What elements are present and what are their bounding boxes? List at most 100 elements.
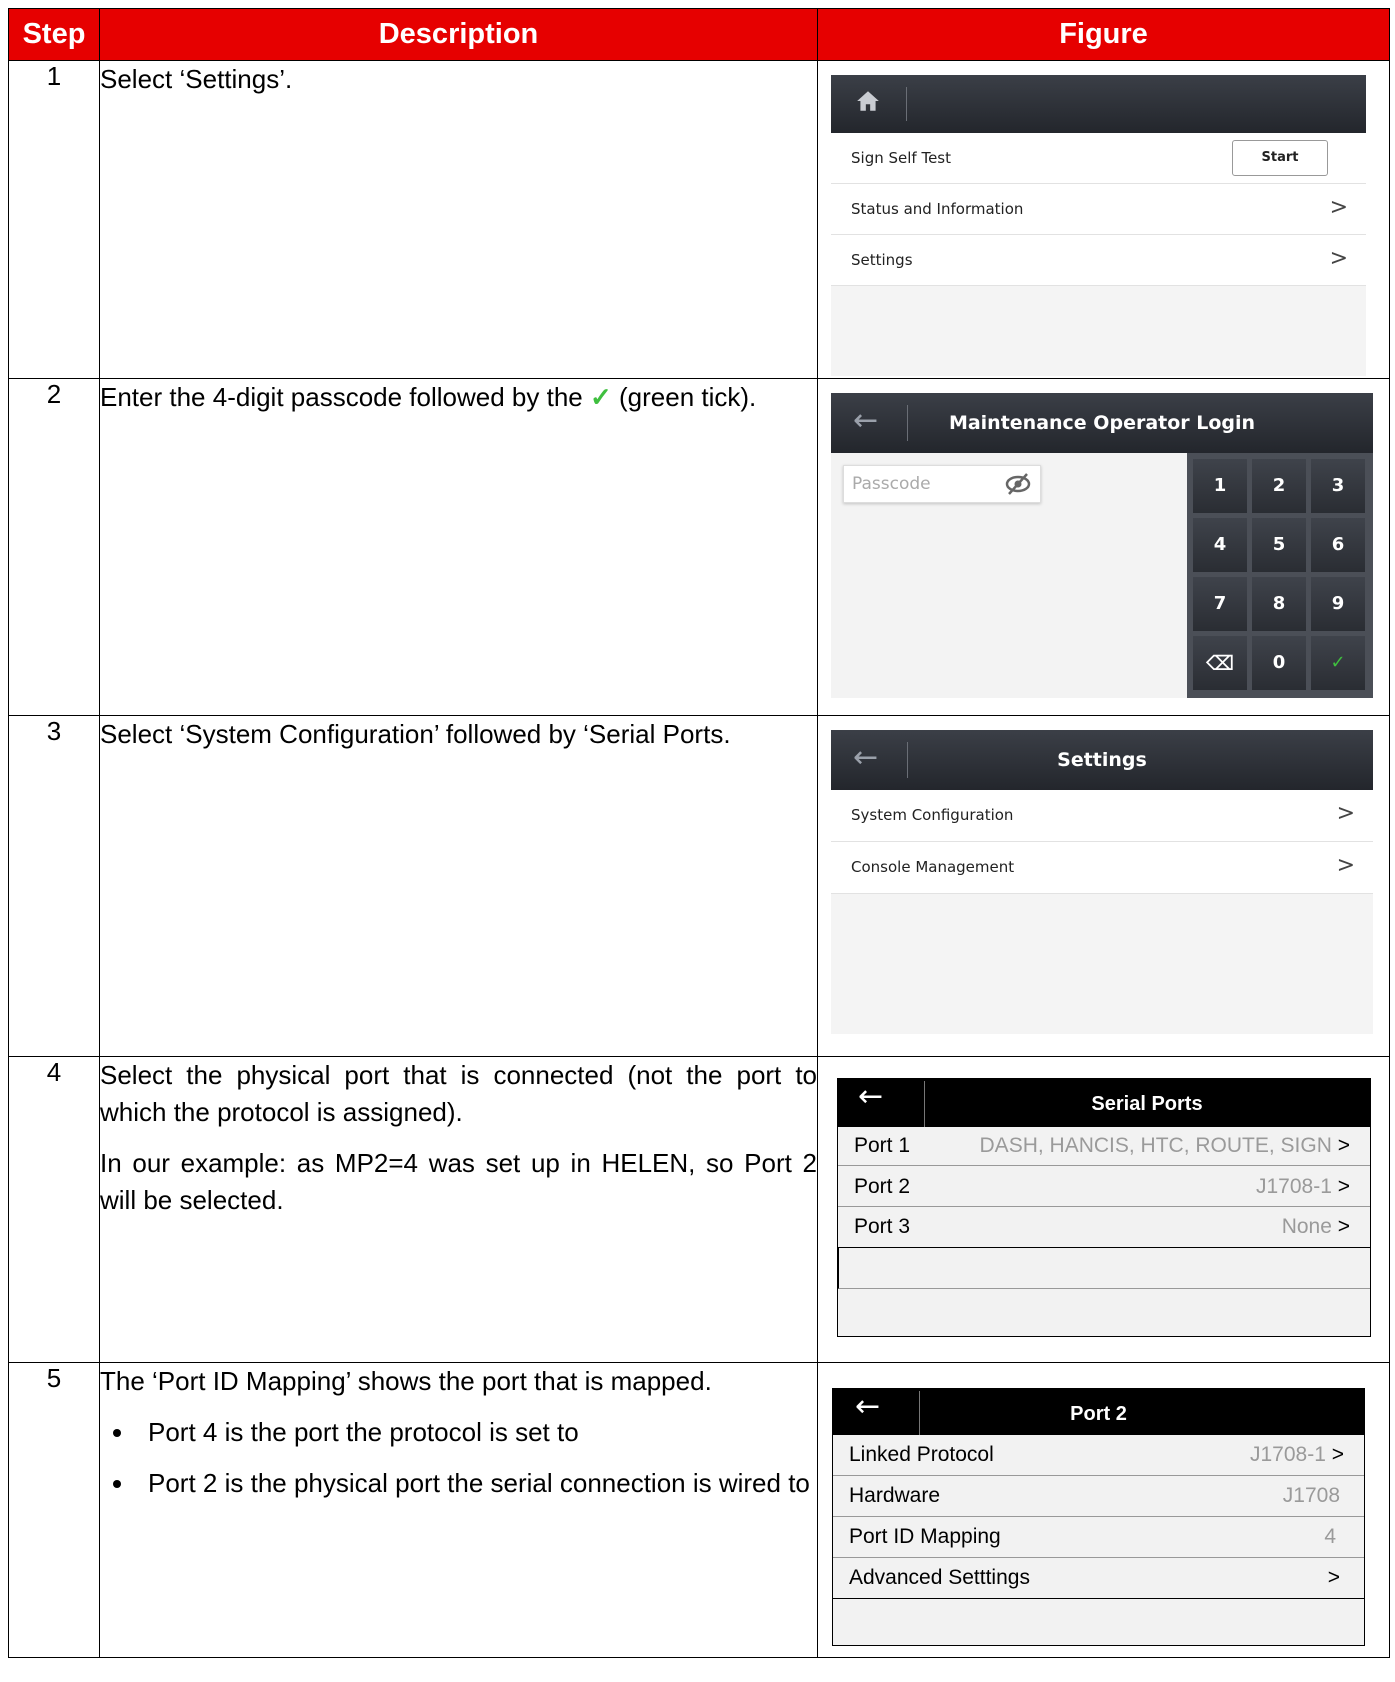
figure-cell: ← Maintenance Operator Login Passcode 1 … [817, 378, 1390, 716]
step-number: 5 [8, 1362, 100, 1658]
backspace-icon[interactable]: ⌫ [1193, 636, 1247, 690]
header-description: Description [99, 8, 818, 61]
list-item[interactable]: Status and Information > [831, 184, 1366, 235]
step-number: 2 [8, 378, 100, 716]
list-item-label: Linked Protocol [849, 1443, 994, 1466]
screen-title: Serial Ports [1091, 1093, 1203, 1115]
table-row: 4 Select the physical port that is conne… [8, 1056, 1390, 1363]
list-item-label: Sign Self Test [851, 149, 951, 167]
back-arrow-icon[interactable]: ← [858, 1079, 883, 1114]
list-item-label: Port 2 [854, 1175, 911, 1198]
list-item-label: Advanced Setttings [849, 1566, 1030, 1589]
list-item[interactable]: System Configuration > [831, 790, 1373, 842]
list-item: Port ID Mapping 4 [833, 1517, 1364, 1558]
screen-title: Settings [1057, 749, 1147, 771]
desc-text: In our example: as MP2=4 was set up in H… [100, 1148, 817, 1215]
list-item-label: Console Management [851, 858, 1015, 876]
settings-screen: ← Settings System Configuration > Consol… [831, 730, 1373, 1034]
table-row: 5 The ‘Port ID Mapping’ shows the port t… [8, 1362, 1390, 1658]
figure-cell: Sign Self Test Start Status and Informat… [817, 60, 1390, 379]
chevron-right-icon: > [1337, 1175, 1350, 1198]
step-description: Select the physical port that is connect… [99, 1056, 818, 1363]
desc-text-part: (green tick). [619, 382, 757, 412]
list-item-value: > [1328, 1566, 1340, 1590]
key-5[interactable]: 5 [1252, 518, 1306, 572]
list-item[interactable]: Console Management > [831, 842, 1373, 894]
header-step: Step [8, 8, 100, 61]
table-row: 2 Enter the 4-digit passcode followed by… [8, 378, 1390, 716]
top-bar: ← Serial Ports [838, 1079, 1370, 1127]
list-item: Hardware J1708 [833, 1476, 1364, 1517]
figure-cell: ← Settings System Configuration > Consol… [817, 715, 1390, 1057]
serial-ports-screen: ← Serial Ports Port 1 DASH, HANCIS, HTC,… [837, 1078, 1371, 1337]
list-item-label: System Configuration [851, 806, 1014, 824]
top-bar: ← Port 2 [833, 1389, 1364, 1435]
list-item-label: Port 3 [854, 1215, 911, 1238]
confirm-check-icon[interactable]: ✓ [1311, 636, 1365, 690]
steps-table: Step Description Figure 1 Select ‘Settin… [8, 8, 1390, 1658]
list-item-label: Hardware [849, 1484, 941, 1507]
top-bar [831, 75, 1366, 133]
list-item[interactable]: Port 1 DASH, HANCIS, HTC, ROUTE, SIGN > [838, 1127, 1370, 1166]
key-0[interactable]: 0 [1252, 636, 1306, 690]
list-item[interactable]: Port 2 J1708-1 > [838, 1166, 1370, 1207]
list-item[interactable]: Port 3 None > [838, 1207, 1370, 1248]
step-number: 3 [8, 715, 100, 1057]
chevron-right-icon: > [1331, 1443, 1344, 1466]
key-9[interactable]: 9 [1311, 577, 1365, 631]
key-7[interactable]: 7 [1193, 577, 1247, 631]
green-tick-icon: ✓ [589, 382, 612, 412]
step-number: 1 [8, 60, 100, 379]
list-item-label: Status and Information [851, 200, 1024, 218]
key-2[interactable]: 2 [1252, 459, 1306, 513]
list-item-label: Port ID Mapping [849, 1525, 1001, 1548]
passcode-placeholder: Passcode [852, 474, 931, 494]
table-row: 1 Select ‘Settings’. Sign Self Test Star… [8, 60, 1390, 379]
login-screen: ← Maintenance Operator Login Passcode 1 … [831, 393, 1373, 698]
list-item-value: J1708 [1282, 1484, 1340, 1507]
figure-cell: ← Port 2 Linked Protocol J1708-1 > Hardw… [817, 1362, 1390, 1658]
chevron-right-icon: > [1327, 1566, 1340, 1589]
step-description: Select ‘System Configuration’ followed b… [99, 715, 818, 1057]
home-icon[interactable] [855, 88, 881, 118]
empty-area [831, 286, 1366, 376]
top-bar: ← Settings [831, 730, 1373, 790]
desc-text: Select ‘System Configuration’ followed b… [100, 719, 731, 749]
eye-off-icon[interactable] [1004, 472, 1032, 500]
figure-cell: ← Serial Ports Port 1 DASH, HANCIS, HTC,… [817, 1056, 1390, 1363]
chevron-right-icon: > [1336, 801, 1355, 826]
list-item-label: Port 1 [854, 1134, 911, 1157]
list-item[interactable]: Settings > [831, 235, 1366, 286]
chevron-right-icon: > [1329, 195, 1348, 220]
list-item: Port 2 is the physical port the serial c… [136, 1465, 817, 1502]
empty-area [831, 894, 1373, 1034]
passcode-input[interactable]: Passcode [843, 465, 1041, 503]
list-item-value: DASH, HANCIS, HTC, ROUTE, SIGN > [979, 1134, 1350, 1157]
numeric-keypad: 1 2 3 4 5 6 7 8 9 ⌫ 0 ✓ [1187, 453, 1373, 698]
step-description: Enter the 4-digit passcode followed by t… [99, 378, 818, 716]
key-1[interactable]: 1 [1193, 459, 1247, 513]
list-item-value: J1708-1 > [1256, 1175, 1350, 1198]
desc-text: Select ‘Settings’. [100, 64, 293, 94]
key-4[interactable]: 4 [1193, 518, 1247, 572]
key-3[interactable]: 3 [1311, 459, 1365, 513]
divider [906, 87, 907, 121]
key-6[interactable]: 6 [1311, 518, 1365, 572]
list-item[interactable]: Advanced Setttings > [833, 1558, 1364, 1599]
desc-text: Select the physical port that is connect… [100, 1060, 817, 1127]
port-2-screen: ← Port 2 Linked Protocol J1708-1 > Hardw… [832, 1388, 1365, 1646]
chevron-right-icon: > [1336, 853, 1355, 878]
step-description: Select ‘Settings’. [99, 60, 818, 379]
list-item-value: 4 [1324, 1525, 1336, 1548]
list-item-label: Settings [851, 251, 913, 269]
chevron-right-icon: > [1329, 246, 1348, 271]
key-8[interactable]: 8 [1252, 577, 1306, 631]
list-item: Port 4 is the port the protocol is set t… [136, 1414, 817, 1451]
home-screen: Sign Self Test Start Status and Informat… [831, 75, 1366, 376]
top-bar: ← Maintenance Operator Login [831, 393, 1373, 453]
step-number: 4 [8, 1056, 100, 1363]
list-item[interactable]: Linked Protocol J1708-1 > [833, 1435, 1364, 1476]
list-item[interactable]: Sign Self Test Start [831, 133, 1366, 184]
start-button[interactable]: Start [1232, 140, 1328, 176]
list-item-value: J1708-1 > [1250, 1443, 1344, 1466]
